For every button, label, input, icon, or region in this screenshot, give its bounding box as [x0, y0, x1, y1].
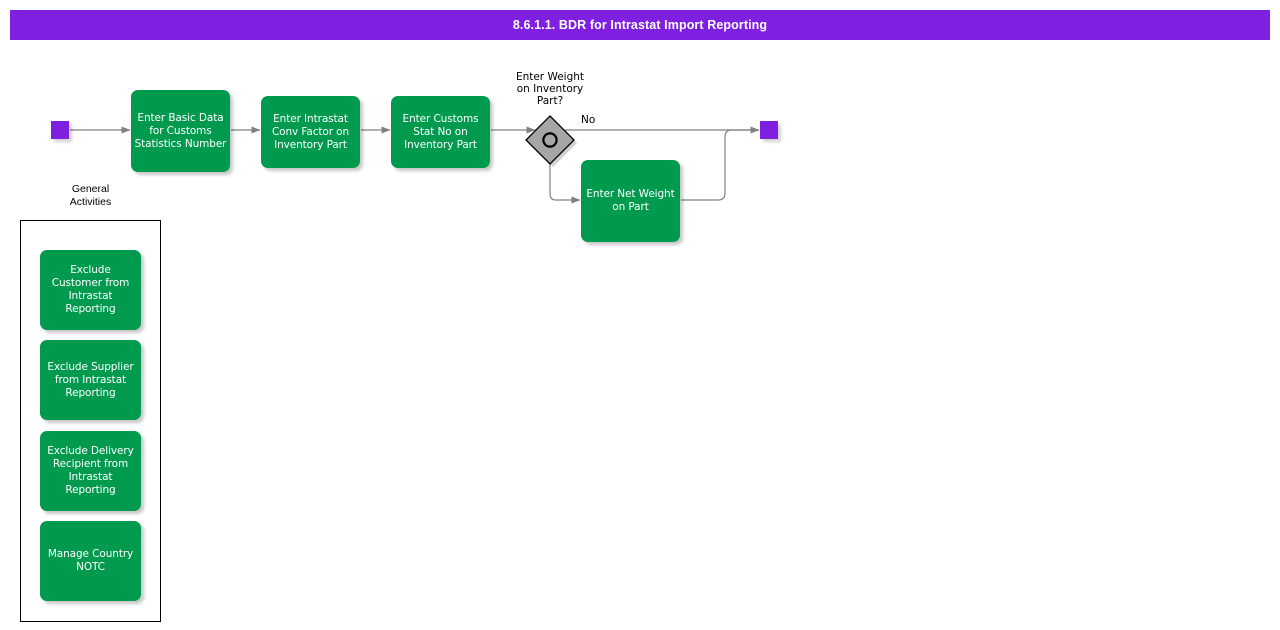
start-event[interactable] — [51, 121, 69, 139]
gateway-enter-weight[interactable] — [536, 116, 564, 144]
task-enter-net-weight[interactable]: Enter Net Weight on Part — [581, 160, 680, 242]
task-enter-net-weight-label: Enter Net Weight on Part — [586, 188, 675, 213]
task-exclude-customer[interactable]: Exclude Customer from Intrastat Reportin… — [40, 250, 141, 330]
task-enter-customs-stat-no[interactable]: Enter Customs Stat No on Inventory Part — [391, 96, 490, 168]
task-enter-customs-stat-no-label: Enter Customs Stat No on Inventory Part — [402, 112, 479, 151]
diagram-canvas: Enter Basic Data for Customs Statistics … — [0, 0, 1280, 630]
task-enter-basic-data[interactable]: Enter Basic Data for Customs Statistics … — [131, 90, 230, 172]
task-manage-country-notc[interactable]: Manage Country NOTC — [40, 521, 141, 601]
task-enter-intrastat-conv-factor[interactable]: Enter Intrastat Conv Factor on Inventory… — [261, 96, 360, 168]
general-activities-title: General Activities — [69, 183, 112, 208]
task-exclude-supplier-label: Exclude Supplier from Intrastat Reportin… — [47, 360, 134, 399]
end-event[interactable] — [760, 121, 778, 139]
task-exclude-supplier[interactable]: Exclude Supplier from Intrastat Reportin… — [40, 340, 141, 420]
connector-gateway-to-net-weight — [549, 145, 581, 204]
connector-net-weight-to-merge — [681, 129, 759, 201]
task-exclude-delivery-recipient-label: Exclude Delivery Recipient from Intrasta… — [47, 445, 134, 496]
edge-label-no: No — [581, 114, 596, 126]
task-enter-intrastat-conv-factor-label: Enter Intrastat Conv Factor on Inventory… — [271, 112, 350, 151]
gateway-enter-weight-label: Enter Weight on Inventory Part? — [515, 71, 585, 107]
task-exclude-delivery-recipient[interactable]: Exclude Delivery Recipient from Intrasta… — [40, 431, 141, 511]
task-enter-basic-data-label: Enter Basic Data for Customs Statistics … — [134, 111, 227, 150]
task-exclude-customer-label: Exclude Customer from Intrastat Reportin… — [51, 264, 130, 315]
task-manage-country-notc-label: Manage Country NOTC — [47, 548, 134, 573]
